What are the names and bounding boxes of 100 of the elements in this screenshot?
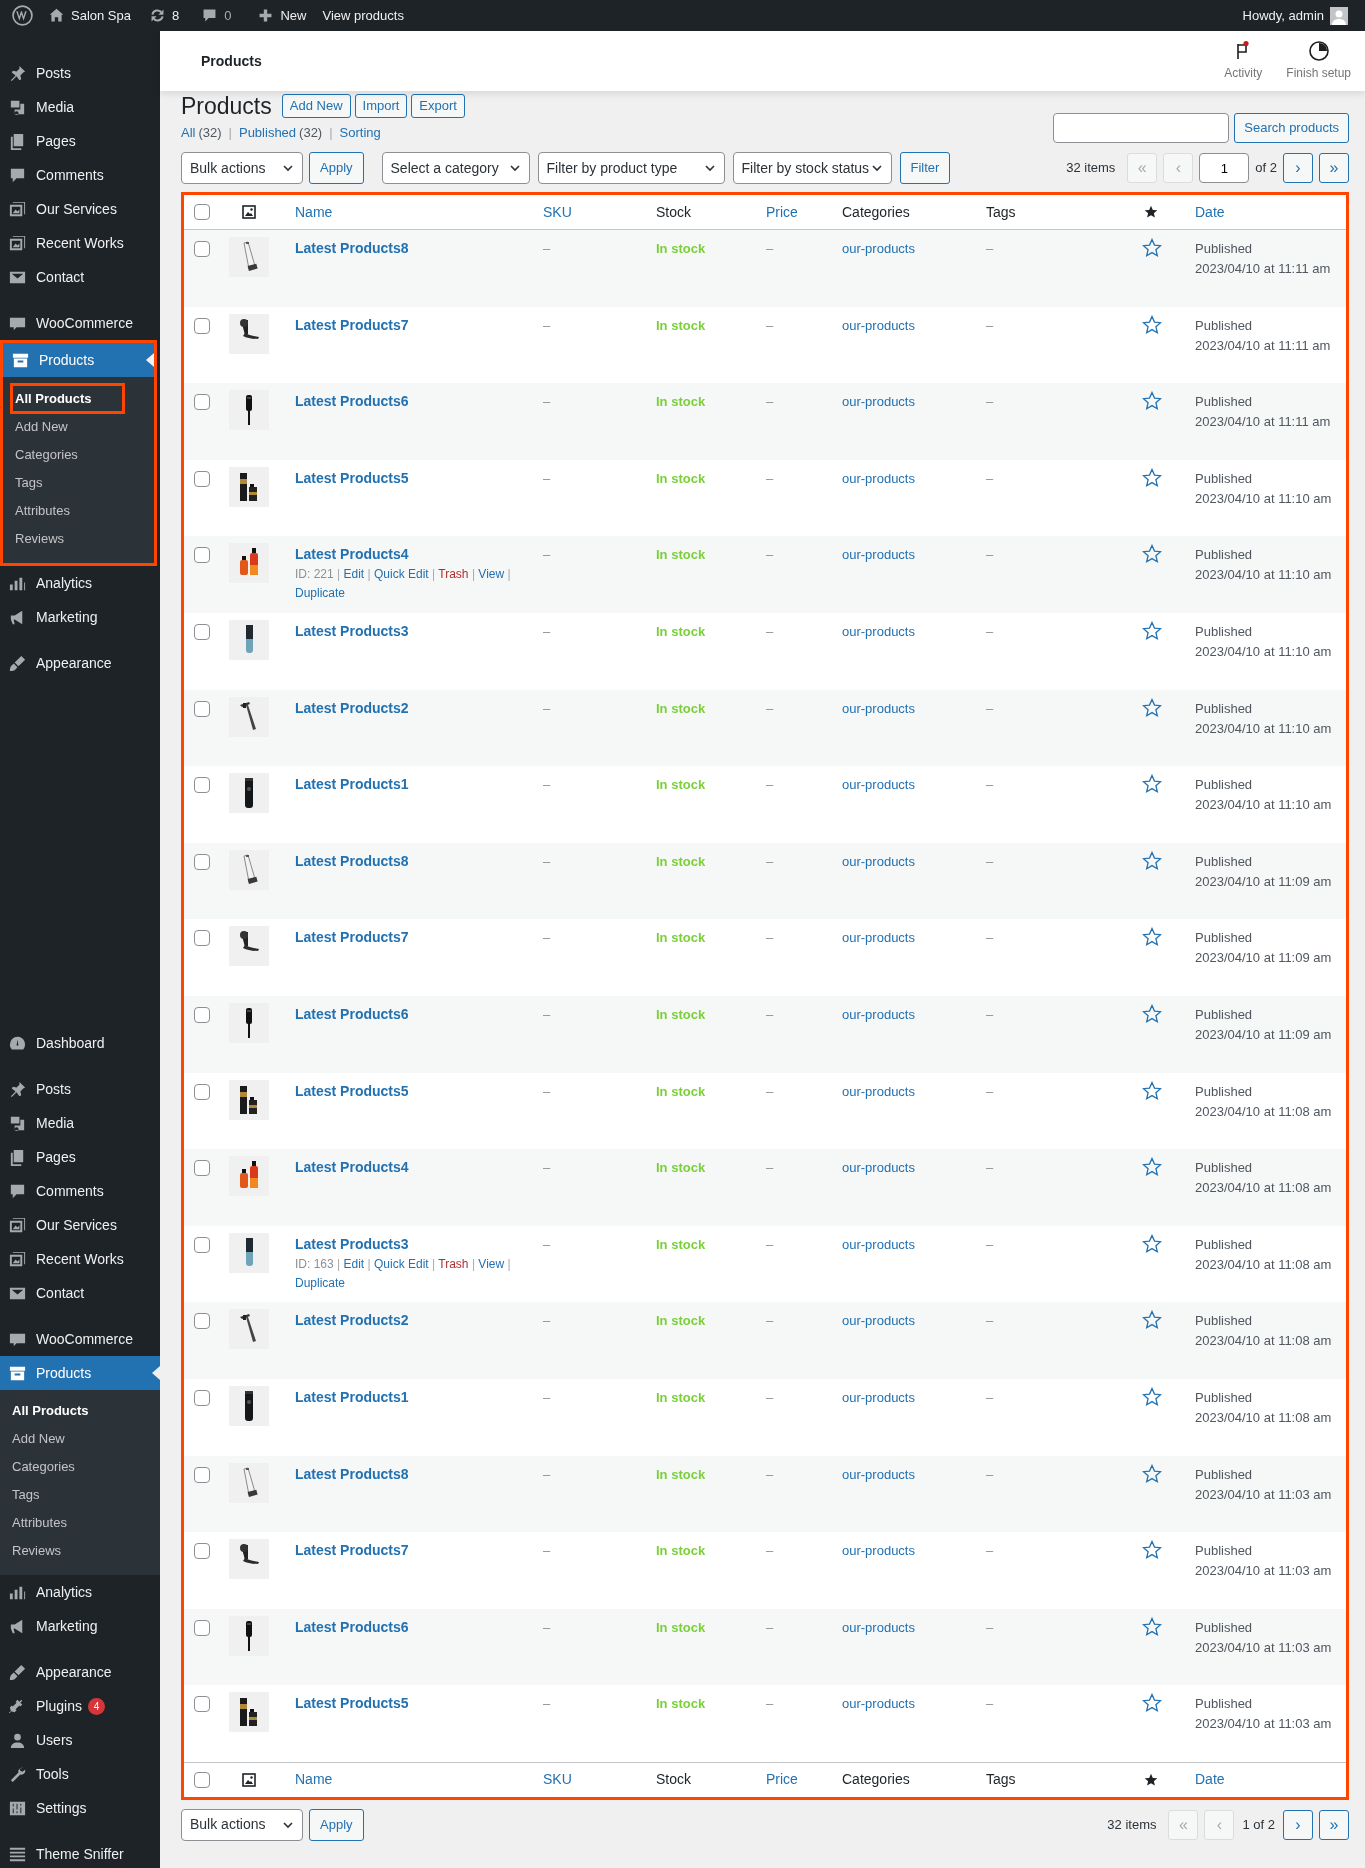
checkbox[interactable] xyxy=(194,623,210,640)
submenu-item[interactable]: All Products xyxy=(0,1397,160,1425)
account-menu[interactable]: Howdy, admin xyxy=(1242,0,1348,31)
submenu-item[interactable]: Attributes xyxy=(3,497,154,525)
checkbox[interactable] xyxy=(194,1543,210,1560)
submenu-item[interactable]: Categories xyxy=(0,1453,160,1481)
category-link[interactable]: our-products xyxy=(842,241,915,256)
sidebar-item[interactable]: Our Services xyxy=(0,192,160,226)
star-icon[interactable] xyxy=(1142,1540,1162,1561)
product-name-link[interactable]: Latest Products2 xyxy=(295,1310,527,1331)
category-link[interactable]: our-products xyxy=(842,1006,915,1022)
header-action[interactable]: Finish setup xyxy=(1274,31,1363,91)
star-icon[interactable] xyxy=(1142,1310,1162,1331)
star-icon[interactable] xyxy=(1142,1386,1162,1407)
sidebar-item[interactable]: Users xyxy=(0,1723,160,1757)
column-sort-link[interactable]: Name xyxy=(295,1769,333,1791)
toolbar-link[interactable]: View products xyxy=(316,0,410,31)
product-name-link[interactable]: Latest Products5 xyxy=(295,467,527,488)
sidebar-item[interactable]: Dashboard xyxy=(0,1026,160,1060)
page-number-field[interactable]: 1 xyxy=(1199,153,1250,183)
sidebar-item[interactable]: WooCommerce xyxy=(0,1322,160,1356)
checkbox[interactable] xyxy=(194,394,210,411)
star-icon[interactable] xyxy=(1142,620,1162,641)
column-sort-link[interactable]: Date xyxy=(1195,201,1225,223)
sidebar-item[interactable]: WooCommerce xyxy=(0,306,160,340)
status-filter-link[interactable]: Published xyxy=(238,123,297,143)
dropdown[interactable]: Filter by stock status xyxy=(732,152,892,184)
column-sort-link[interactable]: Price xyxy=(766,1769,798,1791)
sidebar-item[interactable]: Theme Sniffer xyxy=(0,1837,160,1868)
header-button[interactable]: Add New xyxy=(281,94,351,118)
category-link[interactable]: our-products xyxy=(842,1466,915,1482)
sidebar-item[interactable]: Pages xyxy=(0,124,160,158)
category-link[interactable]: our-products xyxy=(842,1083,915,1099)
page-button[interactable]: › xyxy=(1283,153,1313,183)
checkbox[interactable] xyxy=(194,1466,210,1483)
submenu-item[interactable]: All Products xyxy=(10,383,125,414)
row-action-link[interactable]: Duplicate xyxy=(295,1275,346,1290)
row-action-link[interactable]: View xyxy=(478,1256,505,1271)
product-name-link[interactable]: Latest Products4 xyxy=(295,544,527,565)
product-name-link[interactable]: Latest Products1 xyxy=(295,1386,527,1407)
star-icon[interactable] xyxy=(1142,238,1162,258)
toolbar-link[interactable]: New xyxy=(251,0,313,31)
category-link[interactable]: our-products xyxy=(842,777,915,793)
sidebar-item[interactable]: Recent Works xyxy=(0,226,160,260)
sidebar-item[interactable]: Marketing xyxy=(0,1609,160,1643)
category-link[interactable]: our-products xyxy=(842,1160,915,1176)
sidebar-item[interactable]: Comments xyxy=(0,1174,160,1208)
star-icon[interactable] xyxy=(1142,1616,1162,1637)
sidebar-item[interactable]: Appearance xyxy=(0,1655,160,1689)
category-link[interactable]: our-products xyxy=(842,623,915,639)
product-name-link[interactable]: Latest Products5 xyxy=(295,1693,527,1714)
star-icon[interactable] xyxy=(1142,1233,1162,1254)
sidebar-item[interactable]: Our Services xyxy=(0,1208,160,1242)
product-name-link[interactable]: Latest Products5 xyxy=(295,1080,527,1101)
category-link[interactable]: our-products xyxy=(842,1619,915,1635)
product-name-link[interactable]: Latest Products7 xyxy=(295,314,527,335)
checkbox[interactable] xyxy=(194,1160,210,1177)
trash-link[interactable]: Trash xyxy=(438,1256,469,1271)
product-name-link[interactable]: Latest Products3 xyxy=(295,620,527,641)
filter-button[interactable]: Filter xyxy=(899,152,951,184)
checkbox[interactable] xyxy=(194,853,210,870)
row-action-link[interactable]: View xyxy=(478,567,505,582)
row-action-link[interactable]: Edit xyxy=(343,1256,365,1271)
checkbox[interactable] xyxy=(194,204,210,220)
sidebar-item[interactable]: Posts xyxy=(0,1072,160,1106)
checkbox[interactable] xyxy=(194,1006,210,1023)
category-link[interactable]: our-products xyxy=(842,1543,915,1559)
category-link[interactable]: our-products xyxy=(842,547,915,563)
sidebar-item[interactable]: Media xyxy=(0,90,160,124)
category-link[interactable]: our-products xyxy=(842,317,915,333)
status-filter-link[interactable]: Sorting xyxy=(339,123,381,143)
checkbox[interactable] xyxy=(194,1313,210,1330)
wordpress-logo-icon[interactable] xyxy=(12,5,33,26)
product-name-link[interactable]: Latest Products2 xyxy=(295,697,527,718)
column-sort-link[interactable]: Price xyxy=(766,201,798,223)
checkbox[interactable] xyxy=(194,777,210,794)
star-icon[interactable] xyxy=(1142,544,1162,565)
submenu-item[interactable]: Reviews xyxy=(3,525,154,553)
sidebar-item[interactable]: Comments xyxy=(0,158,160,192)
sidebar-item[interactable]: Tools xyxy=(0,1757,160,1791)
submenu-item[interactable]: Tags xyxy=(0,1481,160,1509)
checkbox[interactable] xyxy=(194,1389,210,1406)
category-link[interactable]: our-products xyxy=(842,394,915,410)
status-filter-link[interactable]: All xyxy=(181,123,196,143)
column-sort-link[interactable]: Date xyxy=(1195,1769,1225,1791)
toolbar-link[interactable]: 0 xyxy=(195,0,238,31)
dropdown[interactable]: Select a category xyxy=(381,152,530,184)
product-name-link[interactable]: Latest Products8 xyxy=(295,1463,527,1484)
checkbox[interactable] xyxy=(194,317,210,334)
dropdown[interactable]: Filter by product type xyxy=(537,152,725,184)
star-icon[interactable] xyxy=(1142,697,1162,718)
star-icon[interactable] xyxy=(1142,467,1162,488)
submenu-item[interactable]: Add New xyxy=(0,1425,160,1453)
row-action-link[interactable]: Quick Edit xyxy=(374,1256,429,1271)
toolbar-link[interactable]: 8 xyxy=(143,0,186,31)
product-name-link[interactable]: Latest Products1 xyxy=(295,774,527,795)
sidebar-item[interactable]: Products xyxy=(0,1356,160,1390)
category-link[interactable]: our-products xyxy=(842,930,915,946)
sidebar-item[interactable]: Pages xyxy=(0,1140,160,1174)
sidebar-item[interactable]: Contact xyxy=(0,260,160,294)
